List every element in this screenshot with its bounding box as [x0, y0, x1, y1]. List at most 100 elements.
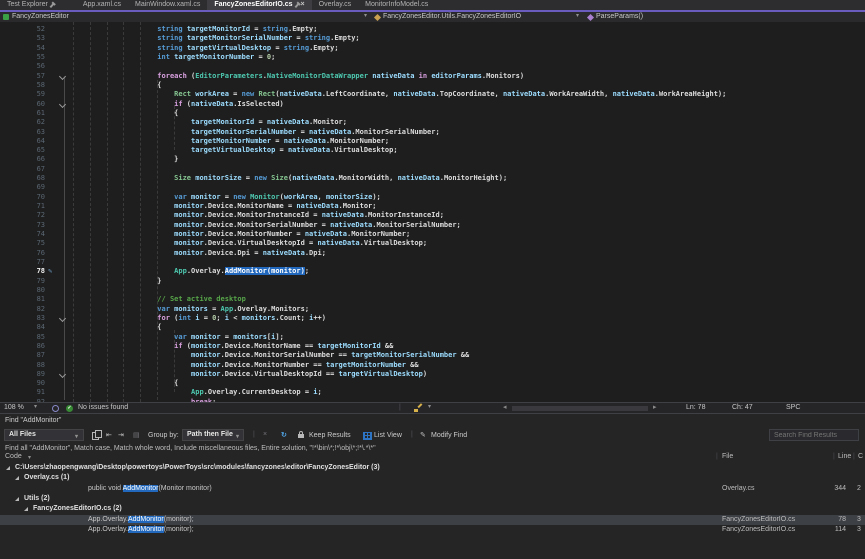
- code-line-75[interactable]: 75monitor.Device.VirtualDesktopId = nati…: [0, 239, 865, 248]
- line-number[interactable]: 69: [0, 183, 45, 192]
- expander-icon[interactable]: [15, 476, 19, 480]
- chevron-down-icon[interactable]: ▾: [364, 12, 367, 19]
- fold-collapse-icon[interactable]: [59, 101, 66, 108]
- find-scope-dropdown[interactable]: All Files ▾: [4, 429, 84, 441]
- tab-monitorinfomodel-cs[interactable]: MonitorInfoModel.cs: [358, 0, 435, 10]
- list-view-button[interactable]: List View: [374, 432, 402, 439]
- result-match-row[interactable]: public void AddMonitor(Monitor monitor)O…: [0, 484, 865, 494]
- column-header-file[interactable]: File: [722, 453, 733, 460]
- line-number[interactable]: 89: [0, 370, 45, 379]
- line-number[interactable]: 59: [0, 90, 45, 99]
- type-dropdown[interactable]: FancyZonesEditor.Utils.FancyZonesEditorI…: [383, 13, 521, 20]
- refresh-icon[interactable]: ↻: [281, 431, 287, 439]
- code-line-81[interactable]: 81// Set active desktop: [0, 295, 865, 304]
- line-number[interactable]: 55: [0, 53, 45, 62]
- close-icon[interactable]: ×: [301, 0, 305, 10]
- line-number[interactable]: 83: [0, 314, 45, 323]
- health-check-icon[interactable]: ✓: [66, 405, 73, 412]
- code-line-58[interactable]: 58{: [0, 81, 865, 90]
- copy-icon[interactable]: [92, 432, 99, 440]
- result-group-row[interactable]: Overlay.cs (1): [0, 473, 865, 483]
- horizontal-scrollbar[interactable]: [512, 406, 648, 411]
- code-line-62[interactable]: 62targetMonitorId = nativeData.Monitor;: [0, 118, 865, 127]
- result-group-row[interactable]: C:\Users\zhaopengwang\Desktop\powertoys\…: [0, 463, 865, 473]
- code-line-88[interactable]: 88monitor.Device.MonitorNumber == target…: [0, 361, 865, 370]
- expander-icon[interactable]: [24, 507, 28, 511]
- line-number[interactable]: 71: [0, 202, 45, 211]
- code-line-83[interactable]: 83for (int i = 0; i < monitors.Count; i+…: [0, 314, 865, 323]
- fold-collapse-icon[interactable]: [59, 371, 66, 378]
- modify-find-icon[interactable]: ✎: [420, 431, 426, 439]
- code-line-76[interactable]: 76monitor.Device.Dpi = nativeData.Dpi;: [0, 249, 865, 258]
- line-number[interactable]: 65: [0, 146, 45, 155]
- line-number[interactable]: 75: [0, 239, 45, 248]
- column-header-line[interactable]: Line: [838, 453, 851, 460]
- code-line-55[interactable]: 55int targetMonitorNumber = 0;: [0, 53, 865, 62]
- line-number[interactable]: 87: [0, 351, 45, 360]
- indicator-icon[interactable]: [52, 405, 59, 412]
- code-line-87[interactable]: 87monitor.Device.MonitorSerialNumber == …: [0, 351, 865, 360]
- list-view-icon[interactable]: [363, 432, 372, 440]
- line-number[interactable]: 90: [0, 379, 45, 388]
- line-number[interactable]: 80: [0, 286, 45, 295]
- code-line-66[interactable]: 66}: [0, 155, 865, 164]
- expander-icon[interactable]: [6, 466, 10, 470]
- line-number[interactable]: 58: [0, 81, 45, 90]
- tab-app-xaml-cs[interactable]: App.xaml.cs: [76, 0, 128, 10]
- code-line-70[interactable]: 70var monitor = new Monitor(workArea, mo…: [0, 193, 865, 202]
- line-number[interactable]: 82: [0, 305, 45, 314]
- result-match-row[interactable]: App.Overlay.AddMonitor(monitor);FancyZon…: [0, 525, 865, 535]
- code-line-90[interactable]: 90{: [0, 379, 865, 388]
- code-line-65[interactable]: 65targetVirtualDesktop = nativeData.Virt…: [0, 146, 865, 155]
- tab-mainwindow-xaml-cs[interactable]: MainWindow.xaml.cs: [128, 0, 207, 10]
- column-header-col[interactable]: C: [858, 453, 863, 460]
- line-number[interactable]: 85: [0, 333, 45, 342]
- line-number[interactable]: 81: [0, 295, 45, 304]
- code-line-53[interactable]: 53string targetMonitorSerialNumber = str…: [0, 34, 865, 43]
- member-dropdown[interactable]: ParseParams(): [596, 13, 643, 20]
- code-line-68[interactable]: 68Size monitorSize = new Size(nativeData…: [0, 174, 865, 183]
- tab-test-explorer[interactable]: Test Explorer: [0, 0, 60, 10]
- code-line-72[interactable]: 72monitor.Device.MonitorInstanceId = nat…: [0, 211, 865, 220]
- line-number[interactable]: 72: [0, 211, 45, 220]
- code-line-77[interactable]: 77: [0, 258, 865, 267]
- line-number[interactable]: 57: [0, 72, 45, 81]
- code-line-73[interactable]: 73monitor.Device.MonitorSerialNumber = n…: [0, 221, 865, 230]
- line-number[interactable]: 86: [0, 342, 45, 351]
- code-line-82[interactable]: 82var monitors = App.Overlay.Monitors;: [0, 305, 865, 314]
- project-dropdown[interactable]: FancyZonesEditor: [12, 13, 69, 20]
- line-number[interactable]: 61: [0, 109, 45, 118]
- expander-icon[interactable]: [15, 497, 19, 501]
- zoom-level-dropdown[interactable]: 108 %: [4, 404, 24, 411]
- stop-search-icon[interactable]: ×: [263, 431, 267, 438]
- line-number[interactable]: 67: [0, 165, 45, 174]
- code-line-52[interactable]: 52string targetMonitorId = string.Empty;: [0, 25, 865, 34]
- line-number[interactable]: 91: [0, 388, 45, 397]
- code-line-86[interactable]: 86if (monitor.Device.MonitorName == targ…: [0, 342, 865, 351]
- line-number[interactable]: 66: [0, 155, 45, 164]
- code-line-79[interactable]: 79}: [0, 277, 865, 286]
- chevron-down-icon[interactable]: ▾: [34, 403, 37, 410]
- line-number[interactable]: 54: [0, 44, 45, 53]
- line-number[interactable]: 52: [0, 25, 45, 34]
- code-line-78[interactable]: 78✎App.Overlay.AddMonitor(monitor);: [0, 267, 865, 276]
- next-location-icon[interactable]: ⇥: [118, 431, 124, 439]
- code-line-57[interactable]: 57foreach (EditorParameters.NativeMonito…: [0, 72, 865, 81]
- code-line-59[interactable]: 59Rect workArea = new Rect(nativeData.Le…: [0, 90, 865, 99]
- code-line-61[interactable]: 61{: [0, 109, 865, 118]
- code-line-60[interactable]: 60if (nativeData.IsSelected): [0, 100, 865, 109]
- code-editor[interactable]: 52string targetMonitorId = string.Empty;…: [0, 22, 865, 402]
- result-group-row[interactable]: Utils (2): [0, 494, 865, 504]
- previous-location-icon[interactable]: ⇤: [106, 431, 112, 439]
- fold-collapse-icon[interactable]: [59, 315, 66, 322]
- pin-icon[interactable]: [294, 2, 299, 7]
- lock-icon[interactable]: [298, 434, 304, 438]
- result-group-row[interactable]: FancyZonesEditorIO.cs (2): [0, 504, 865, 514]
- fold-collapse-icon[interactable]: [59, 73, 66, 80]
- pin-icon[interactable]: [49, 2, 54, 7]
- modify-find-button[interactable]: Modify Find: [431, 432, 467, 439]
- search-find-results-input[interactable]: [769, 429, 859, 441]
- keep-results-button[interactable]: Keep Results: [309, 432, 351, 439]
- line-number[interactable]: 76: [0, 249, 45, 258]
- code-line-89[interactable]: 89monitor.Device.VirtualDesktopId == tar…: [0, 370, 865, 379]
